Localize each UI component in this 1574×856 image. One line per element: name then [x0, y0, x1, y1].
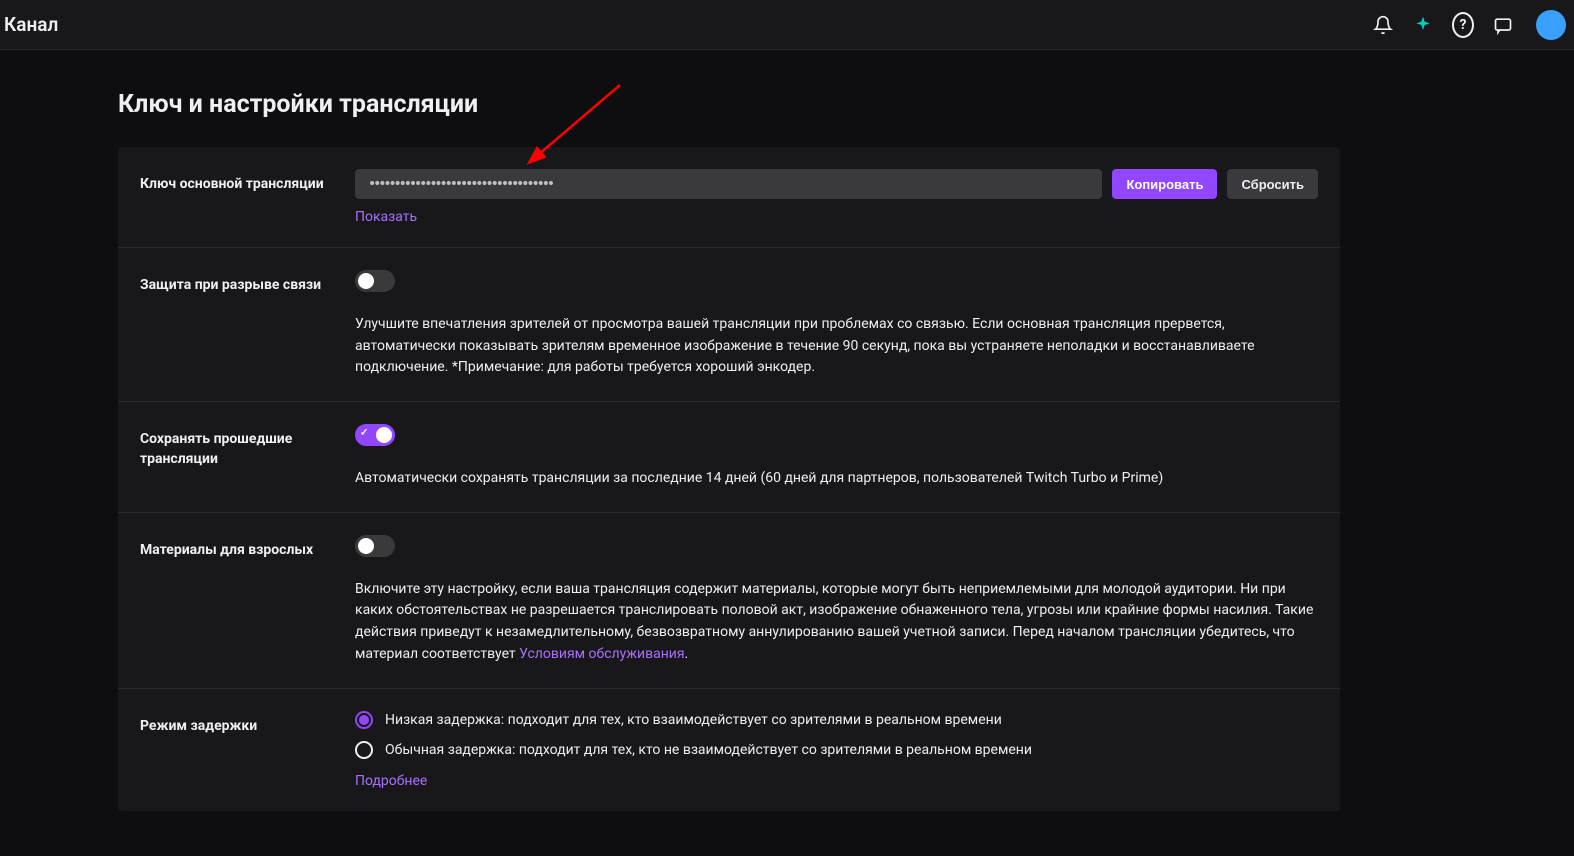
- latency-low-option[interactable]: Низкая задержка: подходит для тех, кто в…: [355, 711, 1318, 729]
- latency-radio-group: Низкая задержка: подходит для тех, кто в…: [355, 711, 1318, 759]
- stream-key-label: Ключ основной трансляции: [140, 169, 355, 225]
- help-icon[interactable]: ?: [1452, 14, 1474, 36]
- notifications-icon[interactable]: [1372, 14, 1394, 36]
- store-vods-row: Сохранять прошедшие трансляции ✓ Автомат…: [118, 402, 1340, 513]
- mature-row: Материалы для взрослых Включите эту наст…: [118, 513, 1340, 689]
- mature-desc-post: .: [685, 646, 689, 662]
- disconnect-protect-toggle[interactable]: [355, 270, 395, 292]
- tos-link[interactable]: Условиям обслуживания: [519, 644, 684, 666]
- top-navbar: Канал ?: [0, 0, 1574, 50]
- latency-normal-option[interactable]: Обычная задержка: подходит для тех, кто …: [355, 741, 1318, 759]
- store-vods-label: Сохранять прошедшие трансляции: [140, 424, 355, 490]
- store-vods-desc: Автоматически сохранять трансляции за по…: [355, 468, 1318, 490]
- stream-key-row: Ключ основной трансляции •••••••••••••••…: [118, 147, 1340, 248]
- spark-icon[interactable]: [1412, 14, 1434, 36]
- radio-icon: [355, 711, 373, 729]
- top-right-icons: ?: [1372, 10, 1572, 40]
- latency-normal-label: Обычная задержка: подходит для тех, кто …: [385, 742, 1032, 758]
- page-header-title: Канал: [2, 13, 58, 36]
- mature-desc: Включите эту настройку, если ваша трансл…: [355, 579, 1318, 666]
- store-vods-toggle[interactable]: ✓: [355, 424, 395, 446]
- disconnect-protect-row: Защита при разрыве связи Улучшите впечат…: [118, 248, 1340, 402]
- copy-button[interactable]: Копировать: [1112, 169, 1217, 199]
- latency-row: Режим задержки Низкая задержка: подходит…: [118, 689, 1340, 811]
- page-title: Ключ и настройки трансляции: [118, 90, 1574, 119]
- show-key-link[interactable]: Показать: [355, 209, 417, 225]
- mature-toggle[interactable]: [355, 535, 395, 557]
- main-content: Ключ и настройки трансляции Ключ основно…: [0, 50, 1574, 811]
- whisper-icon[interactable]: [1492, 14, 1514, 36]
- latency-label: Режим задержки: [140, 711, 355, 789]
- reset-button[interactable]: Сбросить: [1227, 169, 1318, 199]
- radio-icon: [355, 741, 373, 759]
- latency-low-label: Низкая задержка: подходит для тех, кто в…: [385, 712, 1002, 728]
- settings-panel: Ключ основной трансляции •••••••••••••••…: [118, 147, 1340, 811]
- stream-key-field[interactable]: ••••••••••••••••••••••••••••••••••••: [355, 169, 1102, 199]
- latency-more-link[interactable]: Подробнее: [355, 773, 427, 789]
- mature-desc-text: Включите эту настройку, если ваша трансл…: [355, 581, 1313, 662]
- mature-label: Материалы для взрослых: [140, 535, 355, 666]
- disconnect-protect-desc: Улучшите впечатления зрителей от просмот…: [355, 314, 1318, 379]
- avatar[interactable]: [1536, 10, 1566, 40]
- disconnect-protect-label: Защита при разрыве связи: [140, 270, 355, 379]
